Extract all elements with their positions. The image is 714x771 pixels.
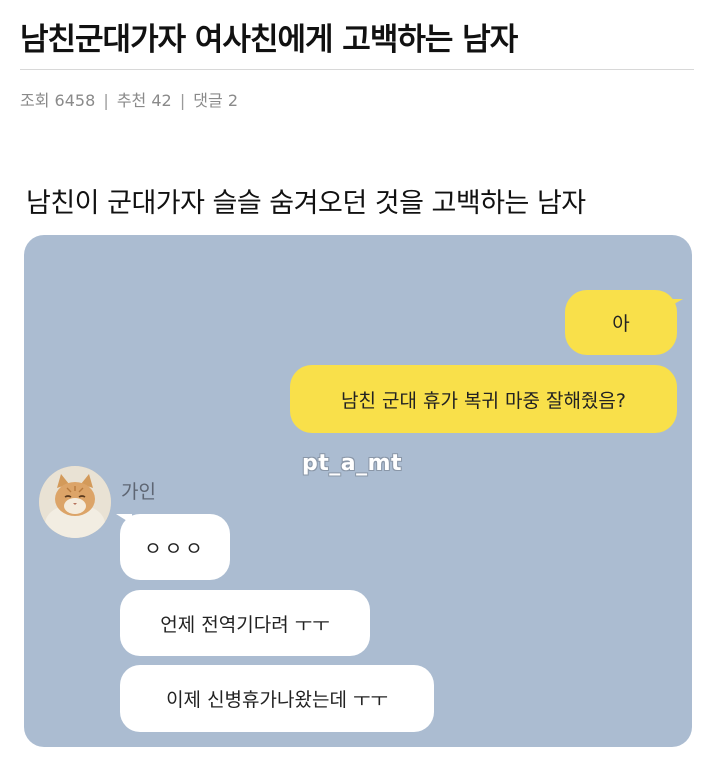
meta-separator: |	[103, 91, 109, 110]
meta-separator: |	[179, 91, 186, 110]
post-subheading: 남친이 군대가자 슬슬 숨겨오던 것을 고백하는 남자	[26, 188, 586, 219]
my-message-bubble: 아	[565, 290, 677, 355]
recommend-count[interactable]: 추천 42	[117, 91, 172, 110]
views-count: 조회 6458	[20, 91, 96, 110]
avatar[interactable]	[39, 466, 111, 538]
my-message-bubble: 남친 군대 휴가 복귀 마중 잘해줬음?	[290, 365, 677, 433]
their-message-bubble: 언제 전역기다려 ㅜㅜ	[120, 590, 370, 656]
post-title: 남친군대가자 여사친에게 고백하는 남자	[20, 22, 518, 58]
comment-count[interactable]: 댓글 2	[193, 91, 238, 110]
sender-name: 가인	[121, 481, 156, 503]
cat-avatar-icon	[39, 466, 111, 538]
watermark: pt_a_mt	[302, 451, 403, 476]
chat-screenshot: 아 남친 군대 휴가 복귀 마중 잘해줬음? pt_a_mt 가인 ㅇㅇㅇ 언제…	[24, 235, 692, 747]
their-message-bubble: 이제 신병휴가나왔는데 ㅜㅜ	[120, 665, 434, 732]
post-meta: 조회 6458 | 추천 42 | 댓글 2	[20, 87, 238, 111]
title-divider	[20, 69, 694, 70]
their-message-bubble: ㅇㅇㅇ	[120, 514, 230, 580]
